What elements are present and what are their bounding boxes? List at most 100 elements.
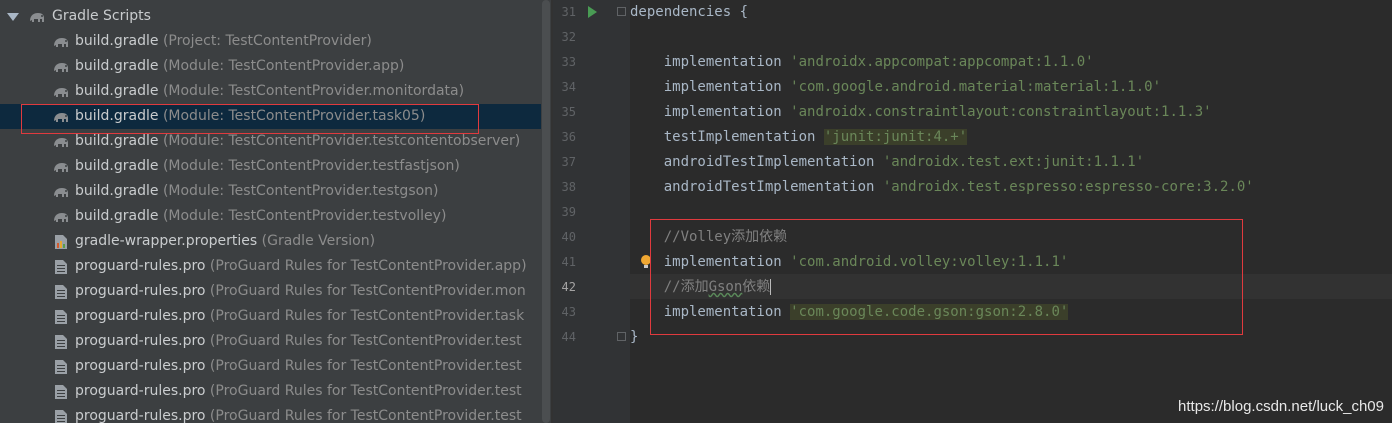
code-line[interactable]: testImplementation 'junit:junit:4.+'	[630, 125, 968, 150]
file-hint: (Module: TestContentProvider.testgson)	[158, 183, 439, 199]
text-file-icon	[55, 310, 67, 324]
code-line[interactable]: dependencies {	[630, 0, 748, 25]
file-hint: (Gradle Version)	[257, 233, 376, 249]
line-number: 41	[561, 255, 576, 269]
tree-root-label: Gradle Scripts	[52, 8, 151, 24]
text-file-icon	[55, 360, 67, 374]
code-keyword: implementation	[663, 54, 791, 70]
properties-file-icon	[55, 235, 67, 249]
watermark: https://blog.csdn.net/luck_ch09	[1178, 398, 1384, 415]
tree-item-label: proguard-rules.pro (ProGuard Rules for T…	[75, 279, 526, 304]
gradle-elephant-icon	[54, 63, 68, 72]
line-number: 33	[561, 55, 576, 69]
tree-item-label: proguard-rules.pro (ProGuard Rules for T…	[75, 379, 522, 404]
tree-item[interactable]: build.gradle (Project: TestContentProvid…	[0, 29, 553, 54]
line-number: 40	[561, 230, 576, 244]
code-keyword: implementation	[663, 79, 791, 95]
gradle-elephant-icon	[30, 13, 44, 22]
tree-item[interactable]: proguard-rules.pro (ProGuard Rules for T…	[0, 279, 553, 304]
file-name: build.gradle	[75, 83, 159, 99]
line-number: 44	[561, 330, 576, 344]
tree-item[interactable]: build.gradle (Module: TestContentProvide…	[0, 179, 553, 204]
tree-item-label: proguard-rules.pro (ProGuard Rules for T…	[75, 404, 522, 423]
code-line[interactable]: androidTestImplementation 'androidx.test…	[630, 150, 1144, 175]
tree-item-label: proguard-rules.pro (ProGuard Rules for T…	[75, 329, 522, 354]
code-string: 'androidx.appcompat:appcompat:1.1.0'	[790, 54, 1094, 70]
text-file-icon	[55, 410, 67, 423]
code-line[interactable]: implementation 'androidx.appcompat:appco…	[630, 50, 1094, 75]
selection-annotation-box	[21, 104, 479, 134]
tree-item-label: build.gradle (Module: TestContentProvide…	[75, 154, 460, 179]
line-number: 43	[561, 305, 576, 319]
file-name: build.gradle	[75, 33, 159, 49]
line-number: 36	[561, 130, 576, 144]
tree-item-label: gradle-wrapper.properties (Gradle Versio…	[75, 229, 375, 254]
text-file-icon	[55, 385, 67, 399]
text-file-icon	[55, 260, 67, 274]
line-number: 37	[561, 155, 576, 169]
fold-marker-icon[interactable]	[617, 332, 626, 341]
gradle-elephant-icon	[54, 163, 68, 172]
line-number: 42	[561, 280, 576, 294]
tree-item[interactable]: proguard-rules.pro (ProGuard Rules for T…	[0, 329, 553, 354]
tree-item-label: build.gradle (Module: TestContentProvide…	[75, 79, 464, 104]
file-hint: (Module: TestContentProvider.testvolley)	[158, 208, 447, 224]
tree-scrollbar-thumb[interactable]	[542, 0, 550, 423]
line-number: 31	[561, 5, 576, 19]
code-keyword: androidTestImplementation	[663, 179, 883, 195]
tree-item[interactable]: build.gradle (Module: TestContentProvide…	[0, 154, 553, 179]
gradle-elephant-icon	[54, 38, 68, 47]
tree-item[interactable]: build.gradle (Module: TestContentProvide…	[0, 79, 553, 104]
code-keyword: }	[630, 329, 639, 345]
file-hint: (ProGuard Rules for TestContentProvider.…	[205, 308, 525, 324]
file-name: build.gradle	[75, 133, 159, 149]
code-string: 'com.google.android.material:material:1.…	[790, 79, 1162, 95]
code-string: 'androidx.test.espresso:espresso-core:3.…	[882, 179, 1254, 195]
code-line[interactable]: }	[630, 325, 638, 350]
code-string: 'androidx.constraintlayout:constraintlay…	[790, 104, 1212, 120]
code-keyword: dependencies {	[630, 4, 749, 20]
code-line[interactable]: implementation 'com.google.android.mater…	[630, 75, 1161, 100]
tree-item-label: build.gradle (Module: TestContentProvide…	[75, 204, 446, 229]
code-line[interactable]: implementation 'androidx.constraintlayou…	[630, 100, 1212, 125]
file-name: proguard-rules.pro	[75, 308, 206, 324]
tree-item-label: build.gradle (Project: TestContentProvid…	[75, 29, 372, 54]
tree-item[interactable]: build.gradle (Module: TestContentProvide…	[0, 54, 553, 79]
file-name: build.gradle	[75, 158, 159, 174]
file-hint: (ProGuard Rules for TestContentProvider.…	[205, 283, 526, 299]
tree-item-label: build.gradle (Module: TestContentProvide…	[75, 179, 439, 204]
tree-item[interactable]: proguard-rules.pro (ProGuard Rules for T…	[0, 404, 553, 423]
fold-marker-icon[interactable]	[617, 7, 626, 16]
file-name: proguard-rules.pro	[75, 258, 206, 274]
file-hint: (ProGuard Rules for TestContentProvider.…	[205, 258, 527, 274]
file-name: proguard-rules.pro	[75, 333, 206, 349]
text-file-icon	[55, 335, 67, 349]
code-keyword: androidTestImplementation	[663, 154, 883, 170]
run-gutter-icon[interactable]	[588, 6, 597, 18]
file-hint: (Module: TestContentProvider.app)	[158, 58, 405, 74]
tree-item[interactable]: build.gradle (Module: TestContentProvide…	[0, 204, 553, 229]
file-name: build.gradle	[75, 208, 159, 224]
tree-item-label: proguard-rules.pro (ProGuard Rules for T…	[75, 354, 522, 379]
line-number: 34	[561, 80, 576, 94]
tree-scrollbar[interactable]	[541, 0, 551, 423]
file-hint: (Module: TestContentProvider.testcontent…	[158, 133, 521, 149]
code-annotation-box	[650, 219, 1243, 335]
code-line[interactable]: androidTestImplementation 'androidx.test…	[630, 175, 1254, 200]
expand-arrow-icon[interactable]	[7, 13, 19, 21]
tree-item[interactable]: proguard-rules.pro (ProGuard Rules for T…	[0, 354, 553, 379]
gradle-elephant-icon	[54, 188, 68, 197]
project-tree-panel: Gradle Scripts build.gradle (Project: Te…	[0, 0, 553, 423]
file-hint: (Module: TestContentProvider.testfastjso…	[158, 158, 460, 174]
tree-item[interactable]: proguard-rules.pro (ProGuard Rules for T…	[0, 304, 553, 329]
tree-item[interactable]: proguard-rules.pro (ProGuard Rules for T…	[0, 379, 553, 404]
text-file-icon	[55, 285, 67, 299]
tree-item[interactable]: proguard-rules.pro (ProGuard Rules for T…	[0, 254, 553, 279]
code-keyword: implementation	[663, 104, 791, 120]
tree-root-gradle-scripts[interactable]: Gradle Scripts	[0, 4, 553, 29]
file-hint: (ProGuard Rules for TestContentProvider.…	[205, 358, 522, 374]
gradle-elephant-icon	[54, 138, 68, 147]
tree-item[interactable]: gradle-wrapper.properties (Gradle Versio…	[0, 229, 553, 254]
file-name: gradle-wrapper.properties	[75, 233, 258, 249]
file-name: build.gradle	[75, 58, 159, 74]
